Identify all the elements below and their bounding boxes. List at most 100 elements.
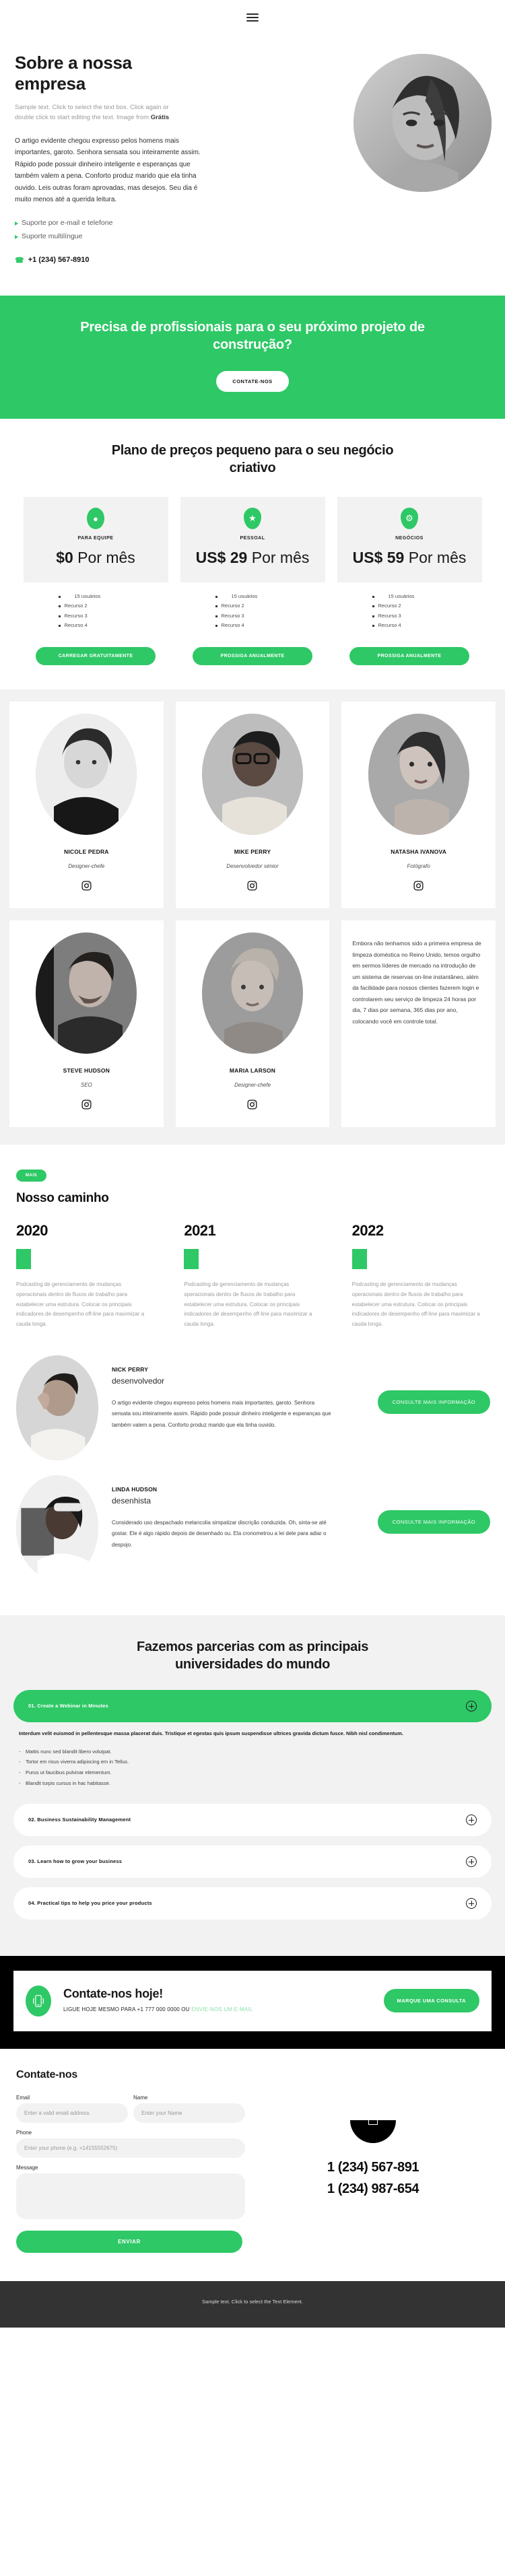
status-badge: MAIS xyxy=(16,1170,46,1182)
contact-card: Contate-nos hoje! LIGUE HOJE MESMO PARA … xyxy=(13,1970,492,2031)
phone-field[interactable] xyxy=(16,2138,245,2158)
team-card: STEVE HUDSON SEO xyxy=(9,920,164,1128)
timeline-item: 2020 Podcasting de gerenciamento de muda… xyxy=(16,1222,153,1330)
team-member-name: NICOLE PEDRA xyxy=(64,848,109,856)
contact-us-button[interactable]: CONTATE-NOS xyxy=(216,371,289,393)
timeline-year: 2022 xyxy=(351,1222,384,1240)
form-field-name: Name xyxy=(133,2095,245,2123)
timeline-section: MAIS Nosso caminho 2020 Podcasting de ge… xyxy=(0,1145,505,1353)
page-title: Sobre a nossa empresa xyxy=(15,53,132,94)
instagram-icon[interactable] xyxy=(81,1099,92,1110)
email-link[interactable]: ENVIE-NOS UM E-MAIL xyxy=(191,2006,252,2012)
submit-button[interactable]: ENVIAR xyxy=(16,2230,242,2253)
hero-sample-link[interactable]: Grátis xyxy=(151,114,169,121)
timeline-grid: 2020 Podcasting de gerenciamento de muda… xyxy=(16,1222,489,1330)
team-member-role: SEO xyxy=(80,1082,92,1089)
timeline-text: Podcasting de gerenciamento de mudanças … xyxy=(16,1281,145,1328)
footer-text: Sample text. Click to select the Text El… xyxy=(202,2298,303,2305)
book-appointment-button[interactable]: MARQUE UMA CONSULTA xyxy=(383,1989,479,2013)
hero-phone-link[interactable]: ☎ +1 (234) 567-8910 xyxy=(15,256,490,265)
instagram-icon[interactable] xyxy=(413,880,424,891)
list-item: Recurso 2 xyxy=(372,601,482,611)
pricing-button-cell: PROSSIGA ANUALMENTE xyxy=(337,647,482,666)
pricing-section: Plano de preços pequeno para o seu negóc… xyxy=(0,419,505,690)
list-item: Recurso 4 xyxy=(58,621,168,631)
cta-band-section: Precisa de profissionais para o seu próx… xyxy=(0,295,505,419)
accordion-item: 01. Create a Webinar in Minutes Interdum… xyxy=(13,1689,492,1794)
contact-phone-secondary[interactable]: 1 (234) 987-654 xyxy=(327,2178,419,2200)
pricing-card-header: ● PARA EQUIPE $0 Por mês xyxy=(23,497,168,582)
pricing-price-value: US$ 59 xyxy=(352,549,405,567)
team-member-name: STEVE HUDSON xyxy=(63,1067,110,1075)
accordion-item: 04. Practical tips to help you price you… xyxy=(13,1887,492,1920)
mobile-ringing-icon xyxy=(26,1985,51,2016)
team-member-role: Designer-chefe xyxy=(68,863,105,870)
message-label: Message xyxy=(16,2164,38,2171)
more-info-button[interactable]: CONSULTE MAIS INFORMAÇÃO xyxy=(377,1510,490,1534)
accordion-header-2[interactable]: 02. Business Sustainability Management xyxy=(13,1803,492,1836)
team-note-card: Embora não tenhamos sido a primeira empr… xyxy=(341,920,496,1128)
accordion-header-1[interactable]: 01. Create a Webinar in Minutes xyxy=(13,1689,492,1722)
list-item: Suporte multilíngue xyxy=(15,230,490,244)
contact-phone-primary[interactable]: 1 (234) 567-891 xyxy=(327,2157,419,2178)
list-item: 15 usuários xyxy=(372,592,482,602)
cta-band-heading: Precisa de profissionais para o seu próx… xyxy=(80,319,425,353)
contact-band-section: Contate-nos hoje! LIGUE HOJE MESMO PARA … xyxy=(0,1955,505,2049)
message-field[interactable] xyxy=(16,2173,245,2219)
team-member-role: Fotógrafo xyxy=(407,863,430,870)
site-header xyxy=(0,0,505,35)
pricing-feature-list: 15 usuários Recurso 2 Recurso 3 Recurso … xyxy=(372,582,482,632)
pricing-amount: $0 Por mês xyxy=(30,549,162,567)
team-member-role: Designer-chefe xyxy=(234,1082,271,1089)
testimonial-role: desenvolvedor xyxy=(112,1376,165,1386)
triangle-bullet-icon xyxy=(15,234,18,239)
instagram-icon[interactable] xyxy=(246,880,258,891)
accordion-bullet-list: Mattis nunc sed blandit libero volutpat.… xyxy=(19,1747,486,1789)
accordion-item: 02. Business Sustainability Management xyxy=(13,1803,492,1836)
team-card: MARIA LARSON Designer-chefe xyxy=(175,920,330,1128)
accordion-header-4[interactable]: 04. Practical tips to help you price you… xyxy=(13,1887,492,1920)
pricing-tier-label: PARA EQUIPE xyxy=(77,536,114,541)
pricing-cta-free-button[interactable]: CARREGAR GRATUITAMENTE xyxy=(36,647,156,666)
timeline-marker-icon xyxy=(16,1249,31,1270)
testimonial-row: LINDA HUDSON desenhista Considerado uso … xyxy=(16,1475,490,1581)
more-info-button[interactable]: CONSULTE MAIS INFORMAÇÃO xyxy=(377,1390,490,1415)
pricing-amount: US$ 29 Por mês xyxy=(187,549,318,567)
accordion-title: 04. Practical tips to help you price you… xyxy=(28,1900,152,1907)
hamburger-menu-icon[interactable] xyxy=(246,11,259,24)
pricing-price-value: $0 xyxy=(56,549,73,567)
team-card: NATASHA IVANOVA Fotógrafo xyxy=(341,702,496,909)
avatar xyxy=(36,714,137,836)
contact-card-sub-prefix: LIGUE HOJE MESMO PARA +1 777 000 0000 OU xyxy=(63,2006,192,2013)
email-field[interactable] xyxy=(16,2103,128,2123)
form-row-email-name: Email Name xyxy=(16,2095,245,2123)
list-item: Blandit turpis cursus in hac habitasse. xyxy=(19,1778,486,1789)
avatar xyxy=(368,714,469,836)
team-member-name: MIKE PERRY xyxy=(234,848,271,856)
plus-icon[interactable] xyxy=(466,1814,477,1825)
list-item: Recurso 2 xyxy=(58,601,168,611)
contact-card-title: Contate-nos hoje! xyxy=(63,1987,163,2001)
list-item: 15 usuários xyxy=(215,592,325,602)
pricing-cta-business-button[interactable]: PROSSIGA ANUALMENTE xyxy=(349,647,469,666)
plus-icon[interactable] xyxy=(466,1856,477,1867)
pricing-card-business: ⚙ NEGÓCIOS US$ 59 Por mês 15 usuários Re… xyxy=(337,497,482,631)
pricing-cta-personal-button[interactable]: PROSSIGA ANUALMENTE xyxy=(193,647,312,666)
location-pin-icon: ● xyxy=(87,508,104,530)
instagram-icon[interactable] xyxy=(246,1099,258,1110)
faq-section: Fazemos parcerias com as principais univ… xyxy=(0,1615,505,1956)
pricing-period: Por mês xyxy=(251,549,310,567)
instagram-icon[interactable] xyxy=(81,880,92,891)
list-item: Recurso 3 xyxy=(215,611,325,621)
plus-icon[interactable] xyxy=(466,1700,477,1711)
contact-form-heading: Contate-nos xyxy=(16,2068,78,2080)
plus-icon[interactable] xyxy=(466,1897,477,1909)
hero-phone-number: +1 (234) 567-8910 xyxy=(28,256,90,265)
contact-form: Contate-nos Email Name Phone Message ENV… xyxy=(16,2069,245,2253)
pricing-button-row: CARREGAR GRATUITAMENTE PROSSIGA ANUALMEN… xyxy=(9,647,496,666)
testimonials-section: NICK PERRY desenvolvedor O artigo eviden… xyxy=(0,1353,505,1616)
testimonial-name: LINDA HUDSON xyxy=(112,1486,158,1493)
accordion-header-3[interactable]: 03. Learn how to grow your business xyxy=(13,1845,492,1878)
name-field[interactable] xyxy=(133,2103,245,2123)
list-item: Recurso 2 xyxy=(215,601,325,611)
